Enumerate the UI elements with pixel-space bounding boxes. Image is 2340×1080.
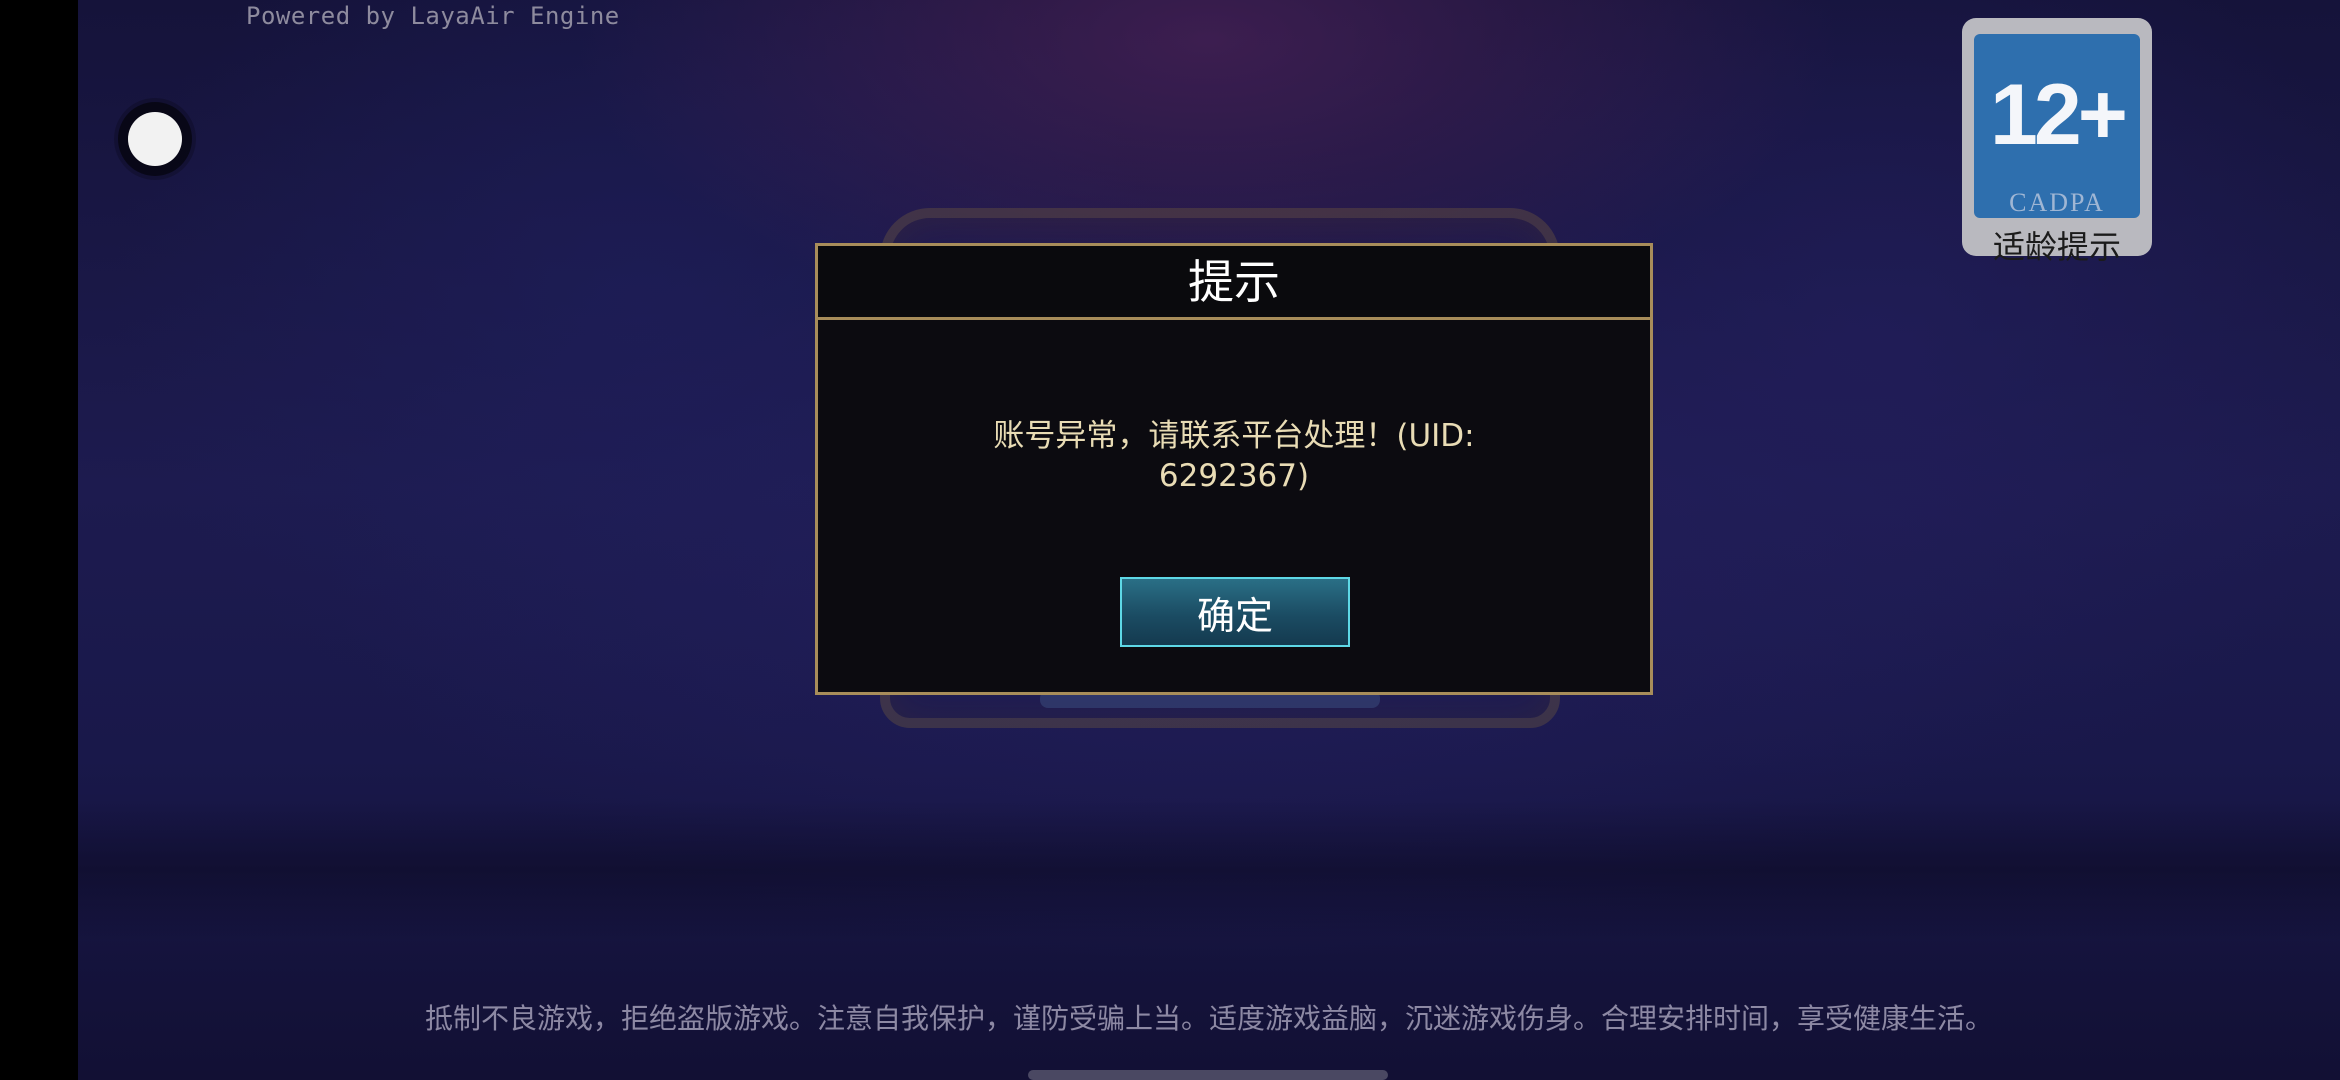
home-indicator-bar[interactable] (1028, 1070, 1388, 1080)
dialog-message-line-1: 账号异常，请联系平台处理！(UID: (993, 418, 1475, 454)
age-rating-panel: 12+ CADPA (1974, 34, 2140, 218)
dialog-title: 提示 (1188, 254, 1280, 309)
engine-credit: Powered by LayaAir Engine (246, 2, 620, 30)
left-black-bar (0, 0, 78, 1080)
age-rating-number: 12+ (1990, 67, 2128, 163)
dialog-message-line-2: 6292367) (1158, 458, 1310, 494)
background-band (78, 800, 2340, 940)
confirm-button[interactable]: 确定 (1120, 577, 1350, 647)
alert-dialog: 提示 账号异常，请联系平台处理！(UID: 6292367) 确定 (815, 243, 1653, 695)
health-gaming-notice: 抵制不良游戏，拒绝盗版游戏。注意自我保护，谨防受骗上当。适度游戏益脑，沉迷游戏伤… (424, 1002, 1993, 1035)
age-rating-label: 适龄提示 (1992, 228, 2121, 266)
age-rating-org: CADPA (2009, 188, 2105, 217)
game-screen: Powered by LayaAir Engine 12+ CADPA 适龄提示… (0, 0, 2340, 1080)
age-rating-badge: 12+ CADPA 适龄提示 (1962, 18, 2152, 266)
dialog-header: 提示 (818, 246, 1650, 320)
confirm-button-label: 确定 (1196, 593, 1273, 638)
floating-assistive-ball[interactable] (128, 112, 182, 166)
dialog-message: 账号异常，请联系平台处理！(UID: 6292367) (858, 416, 1610, 496)
